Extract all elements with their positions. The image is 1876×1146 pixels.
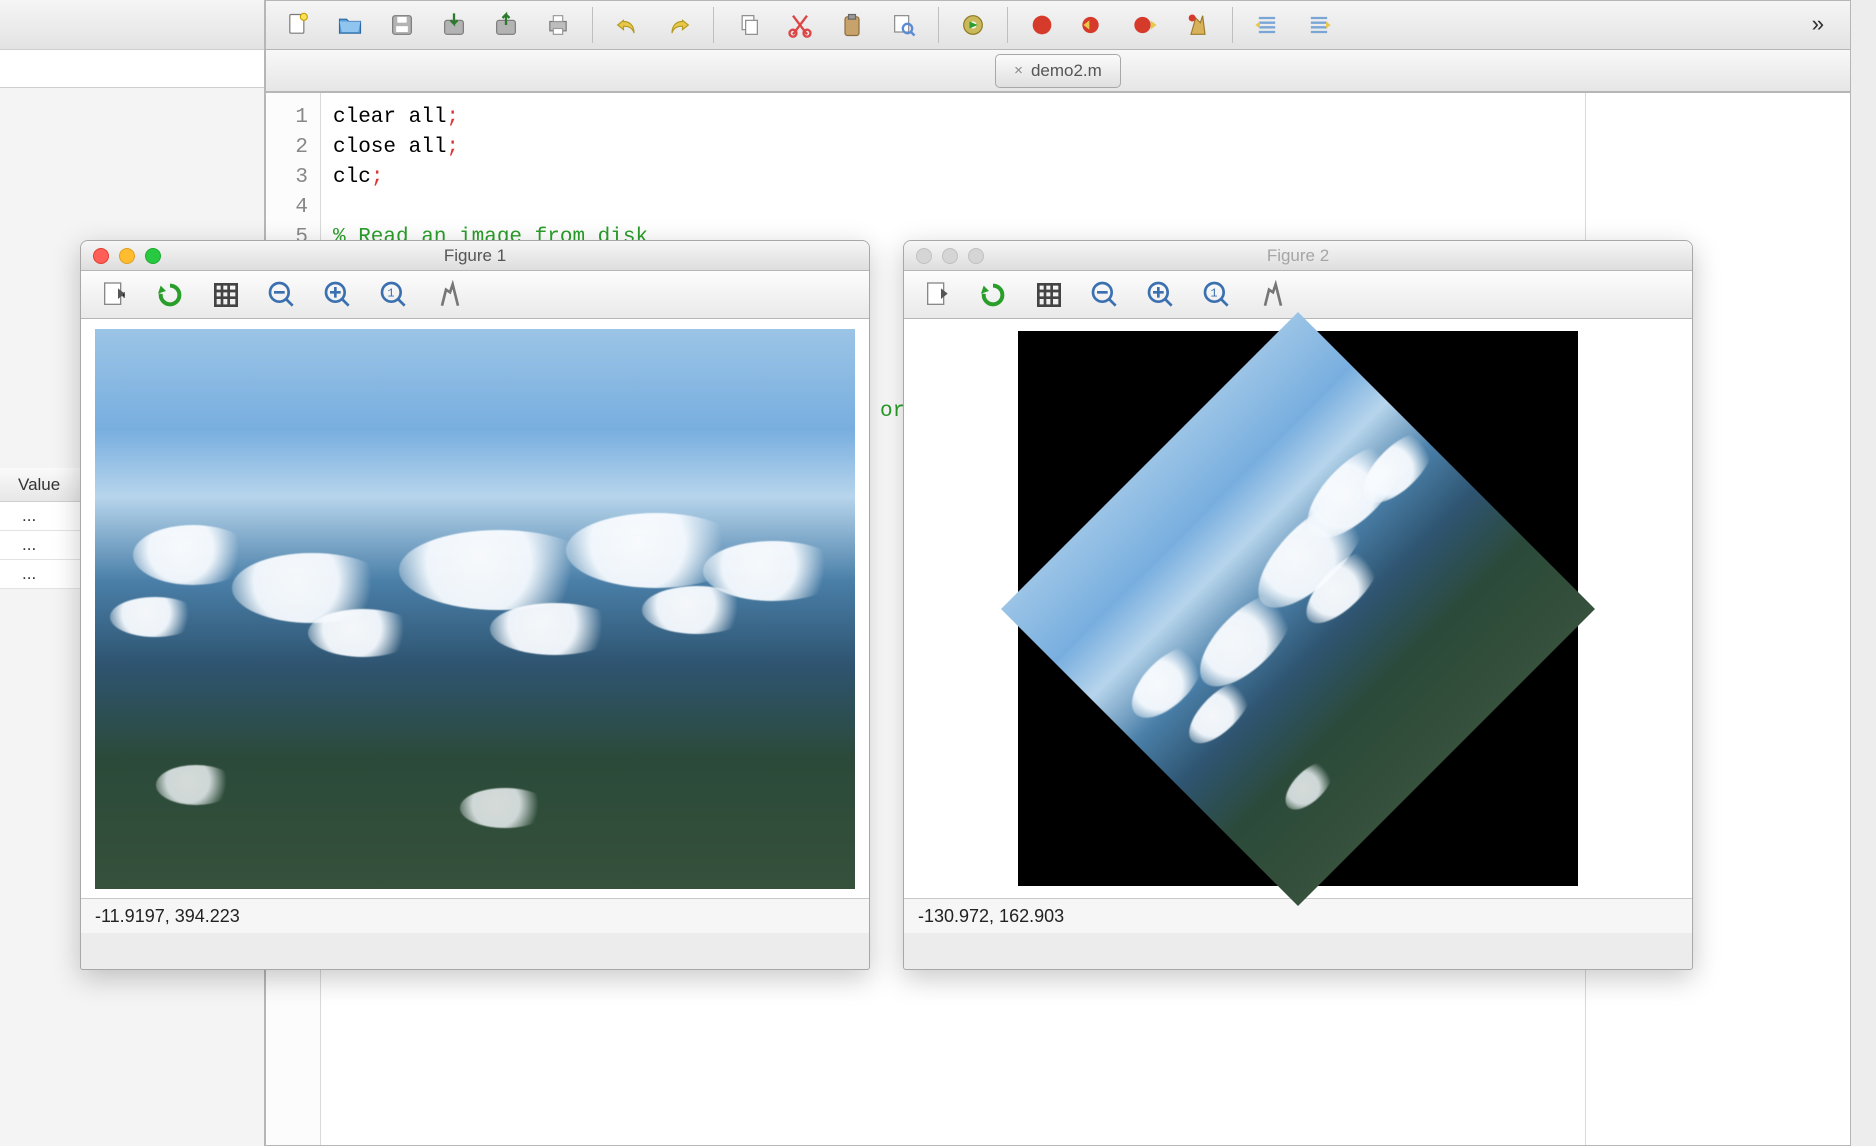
- zoom-in-icon[interactable]: [319, 276, 357, 314]
- close-tab-icon[interactable]: ×: [1014, 62, 1023, 79]
- run-gear-icon[interactable]: [951, 5, 995, 45]
- find-icon[interactable]: [882, 5, 926, 45]
- left-panel-header: [0, 0, 264, 50]
- open-folder-icon[interactable]: [328, 5, 372, 45]
- titlebar[interactable]: Figure 2: [904, 241, 1692, 271]
- indent-right-icon[interactable]: [1297, 5, 1341, 45]
- grid-icon[interactable]: [207, 276, 245, 314]
- save-icon[interactable]: [380, 5, 424, 45]
- svg-text:1: 1: [387, 286, 394, 300]
- zoom-out-icon[interactable]: [1086, 276, 1124, 314]
- preferences-icon[interactable]: [1254, 276, 1292, 314]
- redo-icon[interactable]: [657, 5, 701, 45]
- copy-icon[interactable]: [726, 5, 770, 45]
- more-icon[interactable]: »: [1796, 5, 1840, 45]
- new-file-icon[interactable]: [276, 5, 320, 45]
- zoom-home-icon[interactable]: 1: [1198, 276, 1236, 314]
- rotate-icon[interactable]: [151, 276, 189, 314]
- svg-text:1: 1: [1210, 286, 1217, 300]
- file-tab-label: demo2.m: [1031, 61, 1102, 81]
- left-panel-row: [0, 50, 264, 88]
- save-out-icon[interactable]: [484, 5, 528, 45]
- editor-tab-bar: × demo2.m: [265, 50, 1851, 92]
- paste-icon[interactable]: [830, 5, 874, 45]
- window-title: Figure 2: [904, 246, 1692, 266]
- grid-icon[interactable]: [1030, 276, 1068, 314]
- print-icon[interactable]: [536, 5, 580, 45]
- rotate-icon[interactable]: [974, 276, 1012, 314]
- save-in-icon[interactable]: [432, 5, 476, 45]
- breakpoint-next-icon[interactable]: [1124, 5, 1168, 45]
- figure-window-2[interactable]: Figure 2 1 -130.972, 162.903: [903, 240, 1693, 970]
- window-title: Figure 1: [81, 246, 869, 266]
- figure-canvas[interactable]: [904, 319, 1692, 899]
- titlebar[interactable]: Figure 1: [81, 241, 869, 271]
- indent-left-icon[interactable]: [1245, 5, 1289, 45]
- pan-icon[interactable]: [95, 276, 133, 314]
- breakpoint-prev-icon[interactable]: [1072, 5, 1116, 45]
- file-tab[interactable]: × demo2.m: [995, 54, 1121, 88]
- figure-window-1[interactable]: Figure 1 1 -11.9197, 394.223: [80, 240, 870, 970]
- breakpoint-red-icon[interactable]: [1020, 5, 1064, 45]
- figure-statusbar: -11.9197, 394.223: [81, 899, 869, 933]
- preferences-icon[interactable]: [431, 276, 469, 314]
- figure-canvas[interactable]: [81, 319, 869, 899]
- undo-icon[interactable]: [605, 5, 649, 45]
- breakpoint-clear-icon[interactable]: [1176, 5, 1220, 45]
- cut-icon[interactable]: [778, 5, 822, 45]
- zoom-home-icon[interactable]: 1: [375, 276, 413, 314]
- figure-toolbar: 1: [81, 271, 869, 319]
- zoom-out-icon[interactable]: [263, 276, 301, 314]
- zoom-in-icon[interactable]: [1142, 276, 1180, 314]
- editor-toolbar: »: [265, 0, 1851, 50]
- pan-icon[interactable]: [918, 276, 956, 314]
